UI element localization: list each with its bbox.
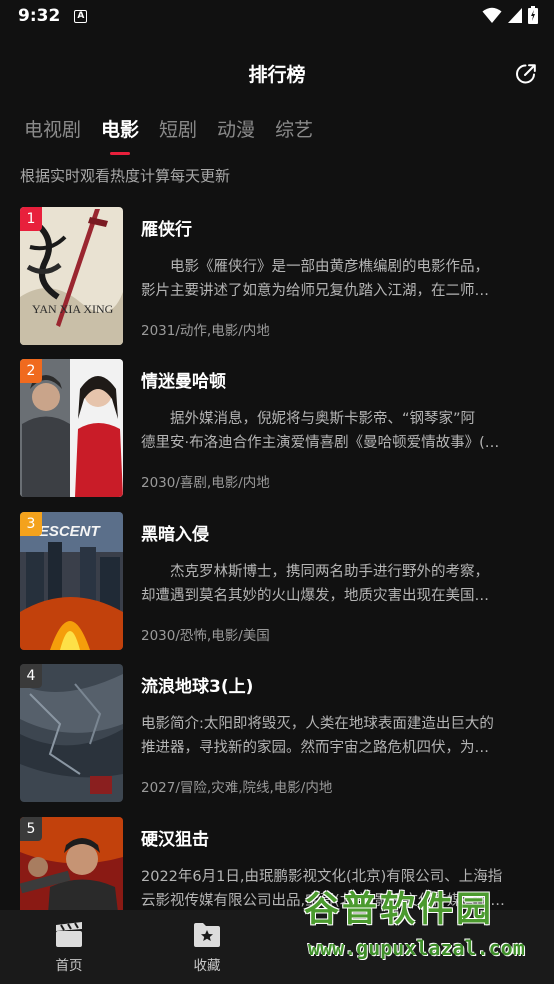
clapperboard-icon: [56, 922, 82, 947]
tab-tv-series[interactable]: 电视剧: [24, 115, 81, 147]
category-tabs: 电视剧 电影 短剧 动漫 综艺: [24, 115, 313, 155]
list-item[interactable]: YAN XIA XING 1 雁侠行 电影《雁侠行》是一部由黄彦樵编剧的电影作品…: [0, 207, 554, 345]
movie-poster: YAN XIA XING 1: [20, 207, 123, 345]
movie-title: 黑暗入侵: [141, 525, 209, 545]
movie-title: 流浪地球3(上): [141, 677, 254, 697]
status-icons: [482, 6, 538, 24]
rank-badge: 5: [20, 817, 42, 841]
rank-badge: 2: [20, 359, 42, 383]
tab-movie-label: 电影: [101, 119, 140, 141]
list-item[interactable]: DESCENT 3 黑暗入侵 杰克罗林斯博士，携同两名助手进行野外的考察， 却遭…: [0, 512, 554, 650]
movie-title: 雁侠行: [141, 220, 192, 240]
signal-icon: [508, 7, 522, 23]
tab-variety[interactable]: 综艺: [275, 115, 313, 147]
watermark-text: 谷普软件园: [304, 890, 495, 930]
movie-title: 硬汉狙击: [141, 830, 209, 850]
movie-poster: 2: [20, 359, 123, 497]
movie-meta: 2030/喜剧,电影/内地: [141, 475, 270, 491]
tab-short-drama[interactable]: 短剧: [159, 115, 197, 147]
status-time: 9:32: [18, 6, 61, 26]
bookmark-folder-icon: [194, 923, 220, 947]
description-line: 据外媒消息，倪妮将与奥斯卡影帝、“钢琴家”阿: [141, 411, 476, 427]
ranking-description: 根据实时观看热度计算每天更新: [20, 167, 231, 185]
battery-icon: [528, 6, 538, 24]
watermark: 谷普软件园 www.gupuxlazal.com: [302, 880, 554, 984]
description-line: 影片主要讲述了如意为给师兄复仇踏入江湖，在二师…: [141, 283, 489, 299]
description-line: 电影《雁侠行》是一部由黄彦樵编剧的电影作品，: [141, 259, 489, 275]
tab-movie[interactable]: 电影: [101, 115, 140, 155]
list-item[interactable]: 4 流浪地球3(上) 电影简介:太阳即将毁灭，人类在地球表面建造出巨大的 推进器…: [0, 664, 554, 802]
nav-home[interactable]: 首页: [29, 922, 109, 974]
notification-icon: A: [74, 9, 88, 23]
movie-meta: 2031/动作,电影/内地: [141, 323, 270, 339]
nav-favorites[interactable]: 收藏: [167, 922, 247, 974]
description-line: 推进器，寻找新的家园。然而宇宙之路危机四伏，为…: [141, 740, 489, 756]
share-icon[interactable]: [514, 62, 538, 86]
poster-title-text: YAN XIA XING: [32, 302, 114, 316]
movie-meta: 2030/恐怖,电影/美国: [141, 628, 270, 644]
description-line: 却遭遇到莫名其妙的火山爆发，地质灾害出现在美国…: [141, 588, 489, 604]
movie-poster: 5: [20, 817, 123, 910]
movie-title: 情迷曼哈顿: [141, 372, 226, 392]
watermark-url: www.gupuxlazal.com: [308, 936, 525, 960]
nav-favorites-label: 收藏: [193, 958, 221, 974]
movie-description: 据外媒消息，倪妮将与奥斯卡影帝、“钢琴家”阿 德里安·布洛迪合作主演爱情喜剧《曼…: [141, 407, 531, 455]
movie-poster: DESCENT 3: [20, 512, 123, 650]
rank-badge: 4: [20, 664, 42, 688]
movie-poster: 4: [20, 664, 123, 802]
active-tab-indicator: [110, 152, 131, 155]
description-line: 杰克罗林斯博士，携同两名助手进行野外的考察，: [141, 564, 489, 580]
description-line: 德里安·布洛迪合作主演爱情喜剧《曼哈顿爱情故事》(…: [141, 435, 500, 451]
tab-anime[interactable]: 动漫: [217, 115, 255, 147]
status-bar: 9:32 A: [0, 0, 554, 32]
movie-description: 电影简介:太阳即将毁灭，人类在地球表面建造出巨大的 推进器，寻找新的家园。然而宇…: [141, 712, 531, 760]
rank-badge: 1: [20, 207, 42, 231]
movie-meta: 2027/冒险,灾难,院线,电影/内地: [141, 780, 333, 796]
wifi-icon: [482, 7, 502, 23]
list-item[interactable]: 2 情迷曼哈顿 据外媒消息，倪妮将与奥斯卡影帝、“钢琴家”阿 德里安·布洛迪合作…: [0, 359, 554, 497]
ranking-list: YAN XIA XING 1 雁侠行 电影《雁侠行》是一部由黄彦樵编剧的电影作品…: [0, 207, 554, 910]
rank-badge: 3: [20, 512, 42, 536]
movie-description: 电影《雁侠行》是一部由黄彦樵编剧的电影作品， 影片主要讲述了如意为给师兄复仇踏入…: [141, 255, 531, 303]
movie-description: 杰克罗林斯博士，携同两名助手进行野外的考察， 却遭遇到莫名其妙的火山爆发，地质灾…: [141, 560, 531, 608]
description-line: 电影简介:太阳即将毁灭，人类在地球表面建造出巨大的: [141, 716, 494, 732]
page-title: 排行榜: [248, 64, 306, 86]
nav-home-label: 首页: [55, 958, 83, 974]
